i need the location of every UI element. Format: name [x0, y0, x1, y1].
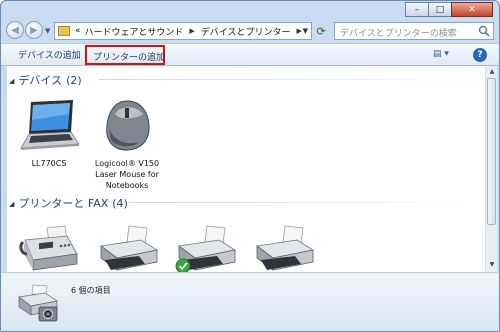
group-divider	[99, 79, 479, 80]
search-input[interactable]: デバイスとプリンターの検索	[334, 22, 494, 40]
breadcrumb-item-hardware[interactable]: ハードウェアとサウンド	[85, 25, 184, 38]
recent-pages-dropdown[interactable]: ▼	[45, 27, 50, 35]
forward-arrow-icon: ▶	[30, 24, 38, 36]
group-title: デバイス	[18, 74, 63, 87]
laptop-icon	[20, 100, 80, 150]
item-count: 6 個の項目	[71, 286, 111, 295]
window-controls: – □ ✕	[405, 2, 493, 17]
breadcrumb-overflow[interactable]: «	[75, 26, 81, 36]
address-bar[interactable]: « ハードウェアとサウンド ▶ デバイスとプリンター ▶ ▼	[54, 22, 312, 40]
breadcrumb-separator-icon[interactable]: ▶	[296, 27, 301, 35]
mouse-icon	[106, 100, 150, 151]
device-laptop[interactable]: LL770CS	[11, 98, 87, 169]
printer-icon	[255, 225, 315, 271]
device-fax[interactable]	[11, 224, 87, 272]
device-list: ◢ デバイス (2) LL770CS Logicool® V150 Laser Mo…	[7, 66, 485, 272]
group-count: (4)	[112, 197, 128, 210]
group-header-printers[interactable]: ◢ プリンターと FAX (4)	[9, 195, 128, 211]
default-printer-icon	[175, 225, 237, 272]
address-dropdown-icon[interactable]: ▼	[303, 27, 308, 35]
breadcrumb-item-devices[interactable]: デバイスとプリンター	[201, 25, 291, 38]
fax-icon	[19, 225, 78, 271]
status-bar: 6 個の項目	[1, 272, 499, 331]
collapse-triangle-icon[interactable]: ◢	[9, 200, 14, 208]
search-icon[interactable]	[478, 25, 490, 40]
group-divider	[129, 202, 479, 203]
vertical-scrollbar[interactable]: ▲ ▼	[485, 66, 497, 272]
device-printer-2[interactable]	[245, 224, 321, 272]
window: – □ ✕ ◀ ▶ ▼ « ハードウェアとサウンド ▶ デバイスとプリンター ▶…	[0, 0, 500, 332]
title-bar: – □ ✕	[1, 1, 499, 19]
refresh-icon[interactable]: ⟳	[314, 24, 328, 38]
group-title: プリンターと FAX	[18, 197, 109, 210]
command-bar: デバイスの追加 プリンターの追加 ▤ ▾ ?	[1, 43, 499, 66]
scroll-up-icon[interactable]: ▲	[487, 67, 497, 77]
control-panel-icon	[58, 26, 70, 36]
collapse-triangle-icon[interactable]: ◢	[9, 77, 14, 85]
view-icon: ▤	[433, 49, 442, 59]
back-button[interactable]: ◀	[6, 21, 24, 39]
device-label: Logicool® V150 Laser Mouse for Notebooks	[94, 159, 160, 190]
group-header-devices[interactable]: ◢ デバイス (2)	[9, 72, 82, 88]
view-options-button[interactable]: ▤ ▾	[433, 49, 449, 59]
maximize-button[interactable]: □	[428, 2, 452, 17]
close-button[interactable]: ✕	[451, 2, 493, 17]
device-mouse[interactable]: Logicool® V150 Laser Mouse for Notebooks	[89, 98, 165, 191]
add-printer-button[interactable]: プリンターの追加	[85, 45, 165, 65]
printer-camera-icon	[18, 284, 58, 322]
navigation-bar: ◀ ▶ ▼ « ハードウェアとサウンド ▶ デバイスとプリンター ▶ ▼ ⟳ デ…	[1, 19, 499, 43]
scroll-down-icon[interactable]: ▼	[487, 260, 497, 270]
forward-button[interactable]: ▶	[25, 21, 43, 39]
printer-icon	[99, 225, 159, 271]
group-count: (2)	[66, 74, 82, 87]
breadcrumb-separator-icon[interactable]: ▶	[189, 27, 194, 35]
minimize-button[interactable]: –	[405, 2, 429, 17]
add-device-button[interactable]: デバイスの追加	[18, 48, 81, 61]
help-icon[interactable]: ?	[473, 48, 487, 62]
device-label: LL770CS	[31, 159, 67, 168]
search-placeholder: デバイスとプリンターの検索	[340, 29, 457, 39]
scroll-thumb[interactable]	[487, 78, 496, 225]
device-default-printer[interactable]	[167, 224, 243, 272]
back-arrow-icon: ◀	[11, 24, 19, 36]
device-printer-1[interactable]	[89, 224, 165, 272]
